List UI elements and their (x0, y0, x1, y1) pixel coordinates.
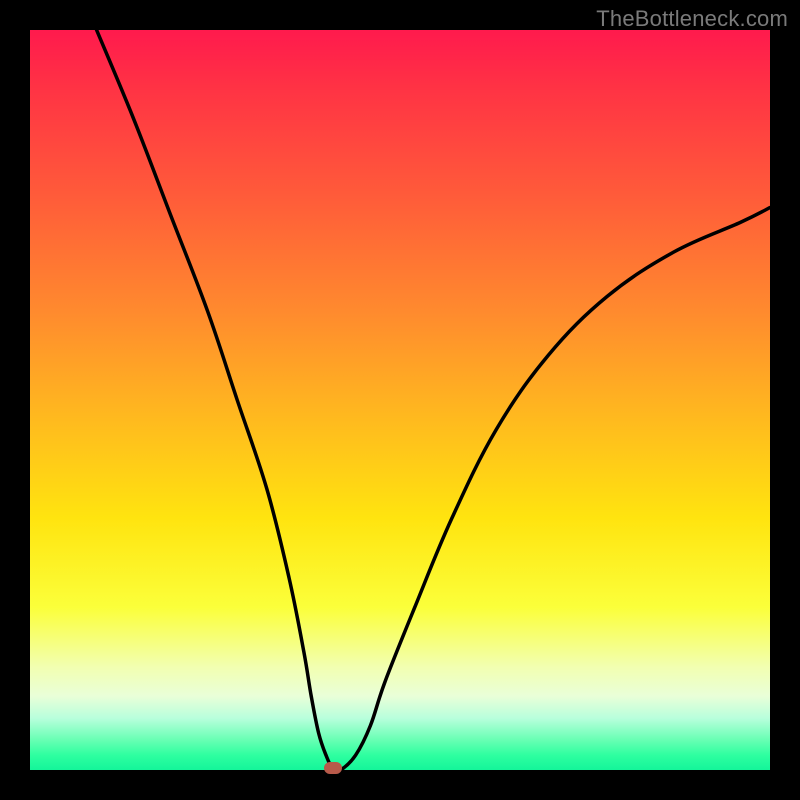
chart-frame: TheBottleneck.com (0, 0, 800, 800)
bottleneck-curve (30, 30, 770, 770)
curve-path (97, 30, 770, 770)
watermark-text: TheBottleneck.com (596, 6, 788, 32)
optimal-marker (324, 762, 342, 774)
